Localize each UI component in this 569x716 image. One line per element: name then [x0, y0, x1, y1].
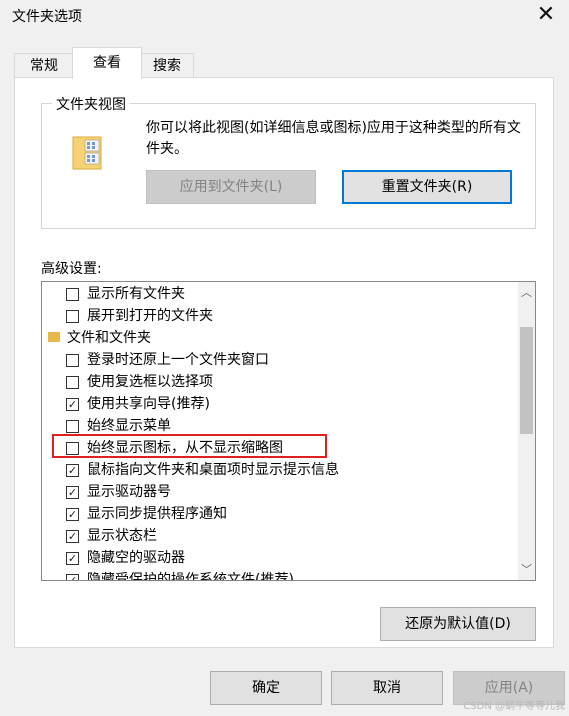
folder-views-icon [72, 136, 102, 170]
list-item-label: 登录时还原上一个文件夹窗口 [87, 352, 269, 368]
list-item[interactable]: ✓ 鼠标指向文件夹和桌面项时显示提示信息 [42, 459, 518, 481]
list-group-header: 文件和文件夹 [42, 327, 518, 349]
list-item-label: 使用复选框以选择项 [87, 374, 213, 390]
scroll-down-icon[interactable]: ﹀ [518, 561, 535, 578]
list-item[interactable]: ✓ 显示状态栏 [42, 525, 518, 547]
list-item[interactable]: 显示所有文件夹 [42, 283, 518, 305]
list-item-label: 显示所有文件夹 [87, 286, 185, 302]
advanced-settings-label: 高级设置: [41, 261, 102, 277]
list-item[interactable]: ✓ 显示驱动器号 [42, 481, 518, 503]
checkbox[interactable]: ✓ [66, 398, 79, 411]
checkbox[interactable]: ✓ [66, 486, 79, 499]
list-scrollbar[interactable]: ︿ ﹀ [518, 282, 535, 580]
list-item[interactable]: 使用复选框以选择项 [42, 371, 518, 393]
close-icon[interactable]: ✕ [531, 2, 561, 28]
window-title: 文件夹选项 [12, 9, 82, 25]
list-item-label: 隐藏空的驱动器 [87, 550, 185, 566]
watermark: CSDN @蜗牛等等儿我 [463, 701, 565, 712]
checkbox[interactable]: ✓ [66, 530, 79, 543]
folder-icon [48, 332, 60, 342]
scroll-thumb[interactable] [520, 327, 533, 434]
cancel-button[interactable]: 取消 [331, 671, 443, 705]
list-item-label: 显示状态栏 [87, 528, 157, 544]
checkbox[interactable] [66, 354, 79, 367]
tab-general[interactable]: 常规 [14, 53, 74, 78]
restore-defaults-button[interactable]: 还原为默认值(D) [380, 607, 536, 641]
list-item-label: 使用共享向导(推荐) [87, 396, 210, 412]
scroll-up-icon[interactable]: ︿ [518, 284, 535, 301]
advanced-settings-items: 显示所有文件夹展开到打开的文件夹文件和文件夹登录时还原上一个文件夹窗口 使用复选框… [42, 283, 518, 581]
list-item[interactable]: ✓ 使用共享向导(推荐) [42, 393, 518, 415]
checkbox[interactable]: ✓ [66, 574, 79, 580]
list-item[interactable]: ✓ 隐藏受保护的操作系统文件(推荐) [42, 569, 518, 581]
list-item-label: 隐藏受保护的操作系统文件(推荐) [87, 572, 294, 581]
advanced-settings-list[interactable]: 显示所有文件夹展开到打开的文件夹文件和文件夹登录时还原上一个文件夹窗口 使用复选框… [41, 281, 536, 581]
list-item[interactable]: ✓ 显示同步提供程序通知 [42, 503, 518, 525]
list-item-label: 鼠标指向文件夹和桌面项时显示提示信息 [87, 462, 339, 478]
checkbox[interactable]: ✓ [66, 508, 79, 521]
list-item-label: 文件和文件夹 [67, 330, 151, 346]
list-item[interactable]: 登录时还原上一个文件夹窗口 [42, 349, 518, 371]
list-item-label: 显示同步提供程序通知 [87, 506, 227, 522]
checkbox[interactable] [66, 420, 79, 433]
checkbox[interactable]: ✓ [66, 552, 79, 565]
highlight-box [52, 434, 327, 458]
folder-views-group: 文件夹视图 你可以将此视图(如详细信息或图标)应用于这种类型的所有文件夹。 应用… [41, 94, 536, 229]
apply-to-folders-button[interactable]: 应用到文件夹(L) [146, 170, 316, 204]
ok-button[interactable]: 确定 [210, 671, 322, 705]
checkbox[interactable] [66, 288, 79, 301]
list-item[interactable]: 展开到打开的文件夹 [42, 305, 518, 327]
tab-search[interactable]: 搜索 [140, 53, 194, 78]
view-panel: 文件夹视图 你可以将此视图(如详细信息或图标)应用于这种类型的所有文件夹。 应用… [14, 77, 554, 648]
list-item[interactable]: ✓ 隐藏空的驱动器 [42, 547, 518, 569]
list-item-label: 展开到打开的文件夹 [87, 308, 213, 324]
checkbox[interactable] [66, 310, 79, 323]
list-item-label: 显示驱动器号 [87, 484, 171, 500]
folder-views-legend: 文件夹视图 [52, 94, 130, 114]
checkbox[interactable]: ✓ [66, 464, 79, 477]
tab-view[interactable]: 查看 [72, 47, 142, 79]
folder-views-description: 你可以将此视图(如详细信息或图标)应用于这种类型的所有文件夹。 [146, 120, 521, 157]
checkbox[interactable] [66, 376, 79, 389]
reset-folders-button[interactable]: 重置文件夹(R) [342, 170, 512, 204]
